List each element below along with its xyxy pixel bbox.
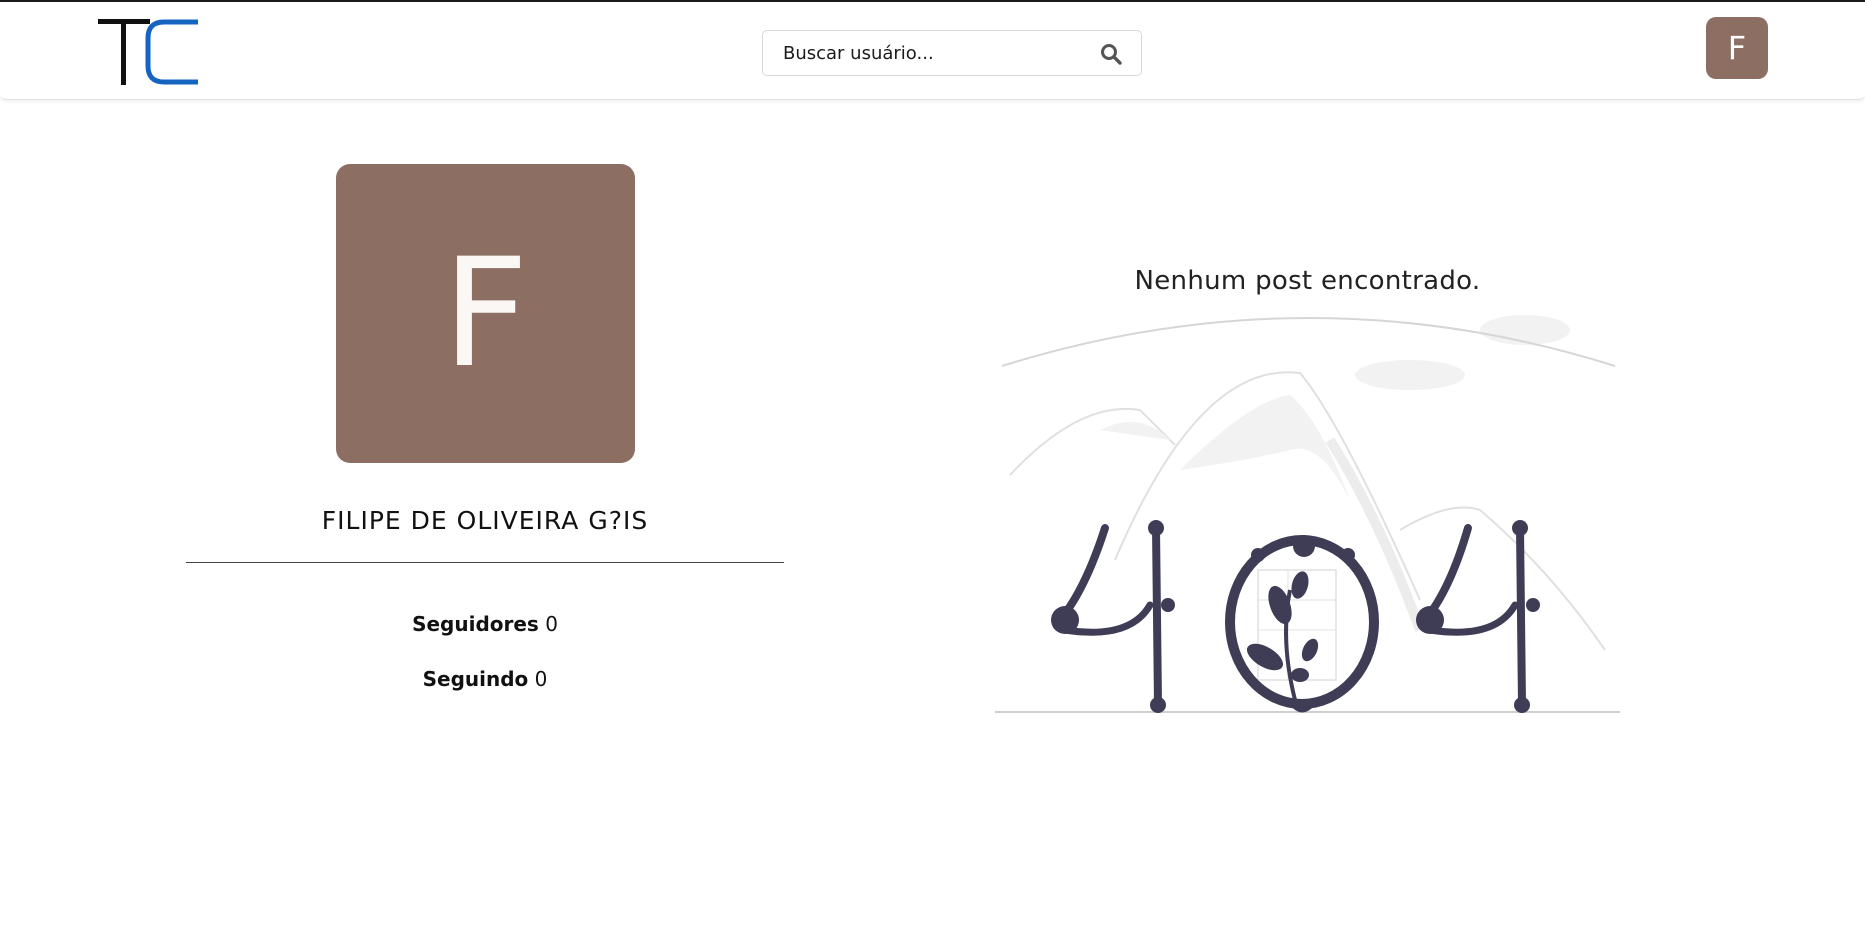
following-count: 0	[534, 667, 548, 691]
top-navbar: F	[0, 0, 1865, 100]
search-box	[762, 30, 1142, 76]
profile-name: FILIPE DE OLIVEIRA G?IS	[321, 506, 649, 535]
search-icon[interactable]	[1099, 42, 1123, 66]
empty-posts-message: Nenhum post encontrado.	[1134, 266, 1481, 296]
following-stat[interactable]: Seguindo 0	[186, 667, 784, 691]
followers-label: Seguidores	[412, 612, 539, 636]
followers-stat[interactable]: Seguidores 0	[186, 612, 784, 636]
logo[interactable]	[98, 18, 200, 86]
profile-divider	[186, 562, 784, 563]
profile-avatar: F	[336, 164, 635, 463]
following-label: Seguindo	[422, 667, 529, 691]
search-input[interactable]	[763, 31, 1083, 75]
user-avatar-button[interactable]: F	[1706, 17, 1768, 79]
followers-count: 0	[545, 612, 558, 636]
404-illustration	[995, 315, 1620, 713]
